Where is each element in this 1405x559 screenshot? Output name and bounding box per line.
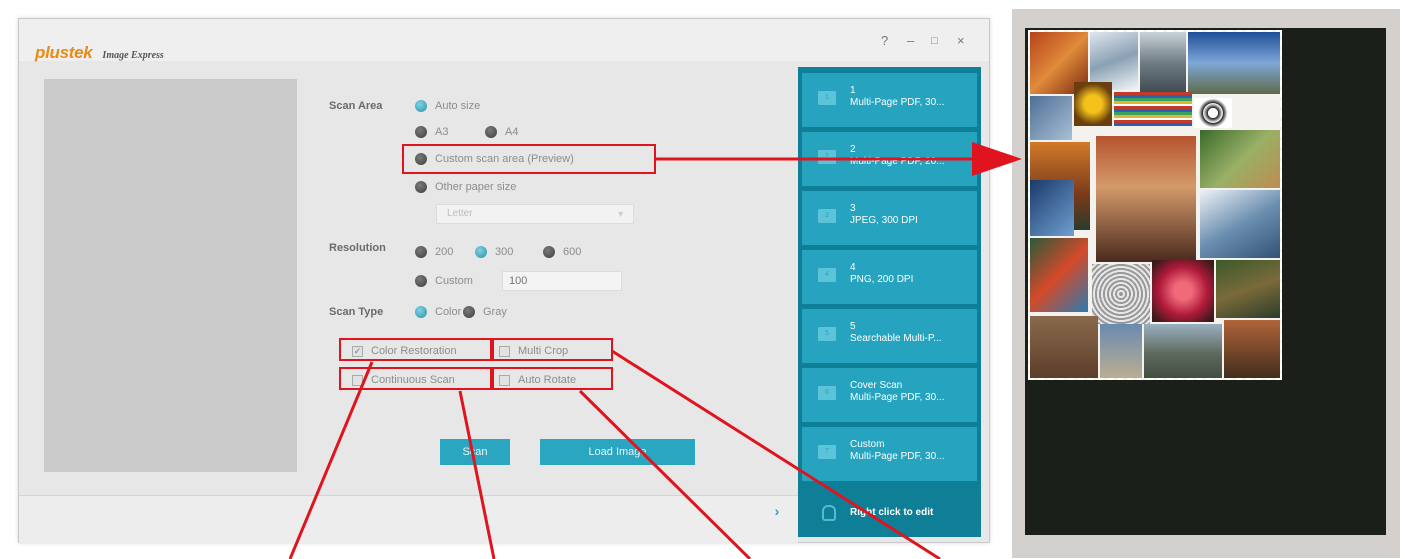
arrow-head-icon xyxy=(972,142,1022,176)
arrow-line-color-restoration xyxy=(288,361,374,559)
arrow-line-multi-crop xyxy=(611,349,941,559)
arrow-line-continuous-scan xyxy=(458,390,496,559)
arrow-line-auto-rotate xyxy=(578,389,752,559)
annotation-arrows xyxy=(288,142,1022,559)
